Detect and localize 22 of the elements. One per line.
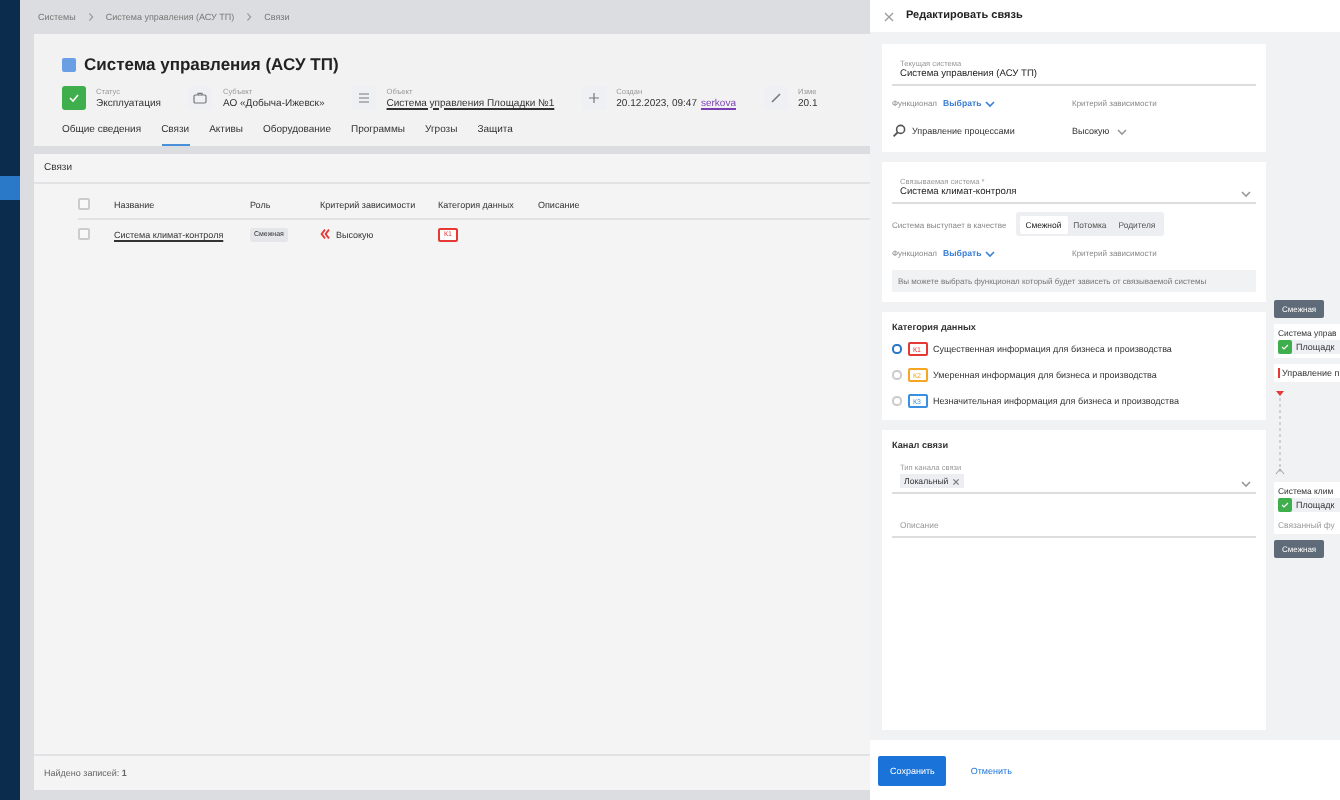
sidebar-item[interactable] (0, 176, 20, 200)
radio-button[interactable] (892, 344, 901, 354)
radio-button[interactable] (892, 396, 901, 406)
close-icon (951, 477, 960, 485)
magnifier-icon (892, 124, 906, 138)
chevron-down-icon (983, 99, 996, 107)
radio-button[interactable] (892, 370, 901, 380)
checkbox[interactable] (78, 198, 90, 210)
check-icon (62, 86, 86, 110)
chevron-right-icon (246, 12, 253, 22)
double-chevron-icon (320, 228, 330, 240)
page-title: Система управления (АСУ ТП) (84, 54, 339, 74)
chevron-down-icon (1240, 480, 1252, 488)
chevron-down-icon (1115, 127, 1128, 135)
system-icon (62, 57, 76, 71)
chevron-right-icon (87, 12, 94, 22)
dashed-arrow-icon (1274, 388, 1286, 476)
chevron-down-icon (1240, 190, 1252, 198)
chevron-down-icon (983, 249, 996, 257)
checkbox[interactable] (78, 228, 90, 240)
close-icon (884, 11, 894, 21)
close-button[interactable] (884, 11, 894, 21)
